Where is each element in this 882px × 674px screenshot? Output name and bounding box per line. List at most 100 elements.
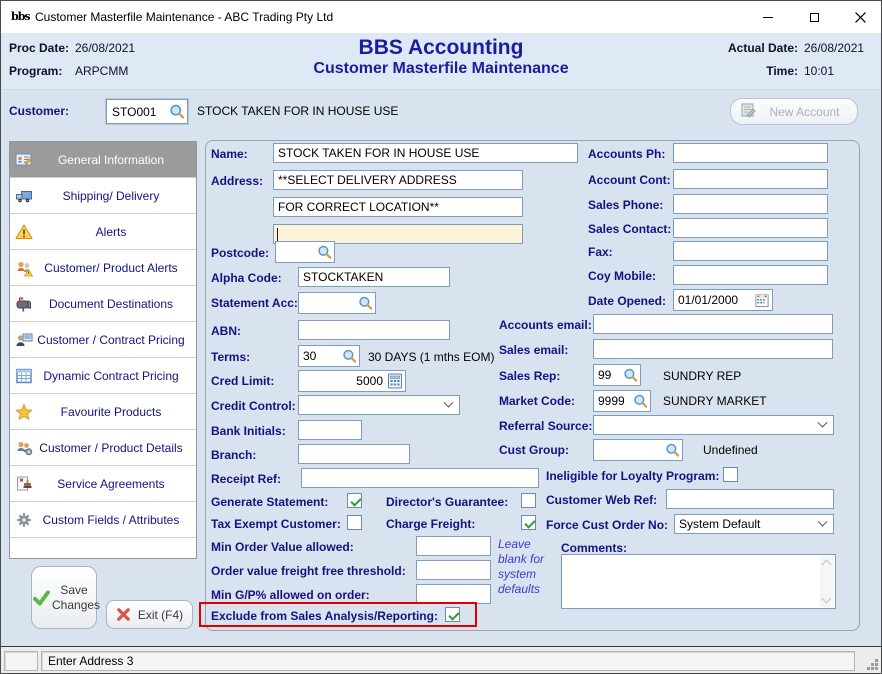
sidebar-item-label: Document Destinations	[33, 297, 173, 311]
sidebar-item-customer-product-alerts[interactable]: Customer/ Product Alerts	[10, 250, 196, 286]
cred-limit-field[interactable]: 5000	[298, 370, 406, 392]
sidebar-item-service-agreements[interactable]: Service Agreements	[10, 466, 196, 502]
fax-input[interactable]	[673, 241, 828, 261]
credit-control-select[interactable]	[298, 395, 460, 415]
search-icon[interactable]	[342, 349, 357, 364]
sidebar-item-label: Dynamic Contract Pricing	[27, 369, 178, 383]
market-code-field[interactable]: 9999	[593, 390, 651, 412]
star-icon	[15, 403, 33, 421]
scroll-up-icon[interactable]	[822, 560, 832, 570]
statement-acc-field[interactable]	[298, 292, 376, 314]
address-label: Address:	[211, 174, 263, 188]
accounts-ph-input[interactable]	[673, 143, 828, 163]
customer-code-field[interactable]: STO001	[106, 99, 188, 124]
sales-rep-field[interactable]: 99	[593, 364, 641, 386]
sales-email-input[interactable]	[593, 339, 833, 359]
sidebar-item-customer-product-details[interactable]: Customer / Product Details	[10, 430, 196, 466]
referral-source-label: Referral Source:	[499, 419, 592, 433]
market-code-value[interactable]: 9999	[598, 394, 633, 408]
exit-button[interactable]: Exit (F4)	[106, 600, 193, 629]
ineligible-loyalty-checkbox[interactable]	[723, 467, 738, 482]
search-icon[interactable]	[633, 394, 648, 409]
generate-statement-label: Generate Statement:	[211, 495, 328, 509]
sidebar-item-shipping-delivery[interactable]: Shipping/ Delivery	[10, 178, 196, 214]
min-gp-input[interactable]	[416, 584, 491, 604]
sales-phone-input[interactable]	[673, 194, 828, 214]
resize-grip[interactable]	[875, 667, 878, 670]
branch-input[interactable]	[298, 444, 410, 464]
alpha-code-input[interactable]	[298, 267, 450, 287]
calendar-icon[interactable]	[754, 293, 770, 308]
search-icon[interactable]	[358, 296, 373, 311]
search-icon[interactable]	[623, 368, 638, 383]
comments-textarea[interactable]	[561, 554, 836, 609]
people-gear-icon	[15, 439, 33, 457]
sidebar-item-document-destinations[interactable]: Document Destinations	[10, 286, 196, 322]
bank-initials-input[interactable]	[298, 420, 362, 440]
ineligible-loyalty-label: Ineligible for Loyalty Program:	[546, 469, 719, 483]
new-account-icon	[740, 102, 756, 121]
cust-group-field[interactable]	[593, 439, 683, 461]
search-icon[interactable]	[665, 443, 680, 458]
name-input[interactable]	[273, 143, 578, 163]
comments-label: Comments:	[561, 541, 627, 555]
coy-mobile-input[interactable]	[673, 265, 828, 285]
close-icon	[855, 12, 866, 23]
sales-email-label: Sales email:	[499, 343, 568, 357]
exclude-sales-analysis-checkbox[interactable]	[445, 607, 460, 622]
close-button[interactable]	[837, 1, 882, 33]
customer-code-value[interactable]: STO001	[112, 105, 169, 119]
credit-control-label: Credit Control:	[211, 399, 296, 413]
charge-freight-checkbox[interactable]	[521, 515, 536, 530]
date-opened-value[interactable]: 01/01/2000	[678, 293, 754, 307]
address-line2-input[interactable]	[273, 197, 523, 217]
freight-free-threshold-input[interactable]	[416, 560, 491, 580]
sales-contact-input[interactable]	[673, 218, 828, 238]
cred-limit-value[interactable]: 5000	[303, 374, 387, 388]
postcode-field[interactable]	[275, 241, 335, 263]
maximize-icon	[810, 13, 819, 22]
maximize-button[interactable]	[791, 1, 837, 33]
check-icon	[32, 587, 51, 609]
accounts-email-input[interactable]	[593, 314, 833, 334]
sidebar-item-label: Shipping/ Delivery	[47, 189, 160, 203]
name-label: Name:	[211, 147, 248, 161]
calculator-icon[interactable]	[387, 373, 403, 389]
app-logo-icon: bbs	[11, 8, 31, 26]
receipt-ref-input[interactable]	[301, 468, 539, 488]
sidebar-item-custom-fields-attributes[interactable]: Custom Fields / Attributes	[10, 502, 196, 538]
min-order-value-input[interactable]	[416, 536, 491, 556]
customer-web-ref-input[interactable]	[666, 489, 834, 509]
address-line1-input[interactable]	[273, 170, 523, 190]
sidebar-item-dynamic-contract-pricing[interactable]: Dynamic Contract Pricing	[10, 358, 196, 394]
date-opened-field[interactable]: 01/01/2000	[673, 289, 773, 311]
sidebar-item-alerts[interactable]: Alerts	[10, 214, 196, 250]
sidebar-item-label: Service Agreements	[41, 477, 164, 491]
sidebar-item-label: General Information	[42, 153, 164, 167]
sidebar-item-customer-contract-pricing[interactable]: Customer / Contract Pricing	[10, 322, 196, 358]
branch-label: Branch:	[211, 448, 256, 462]
scrollbar[interactable]	[820, 556, 834, 607]
cust-group-label: Cust Group:	[499, 443, 569, 457]
search-icon[interactable]	[317, 245, 332, 260]
force-cust-order-no-select[interactable]: System Default	[674, 514, 834, 534]
sidebar-item-general-information[interactable]: General Information	[10, 142, 196, 178]
scroll-down-icon[interactable]	[822, 594, 832, 604]
save-changes-button[interactable]: Save Changes	[31, 566, 97, 629]
terms-value[interactable]: 30	[303, 349, 342, 363]
account-cont-input[interactable]	[673, 169, 828, 189]
search-icon[interactable]	[169, 104, 185, 120]
minimize-button[interactable]	[745, 1, 791, 33]
directors-guarantee-checkbox[interactable]	[521, 493, 536, 508]
new-account-button[interactable]: New Account	[730, 98, 858, 125]
abn-label: ABN:	[211, 324, 241, 338]
receipt-ref-label: Receipt Ref:	[211, 472, 281, 486]
abn-input[interactable]	[298, 320, 450, 340]
sales-rep-value[interactable]: 99	[598, 368, 623, 382]
generate-statement-checkbox[interactable]	[347, 493, 362, 508]
referral-source-select[interactable]	[593, 415, 834, 435]
tax-exempt-checkbox[interactable]	[347, 515, 362, 530]
sidebar-item-favourite-products[interactable]: Favourite Products	[10, 394, 196, 430]
terms-field[interactable]: 30	[298, 345, 360, 367]
directors-guarantee-label: Director's Guarantee:	[386, 495, 508, 509]
